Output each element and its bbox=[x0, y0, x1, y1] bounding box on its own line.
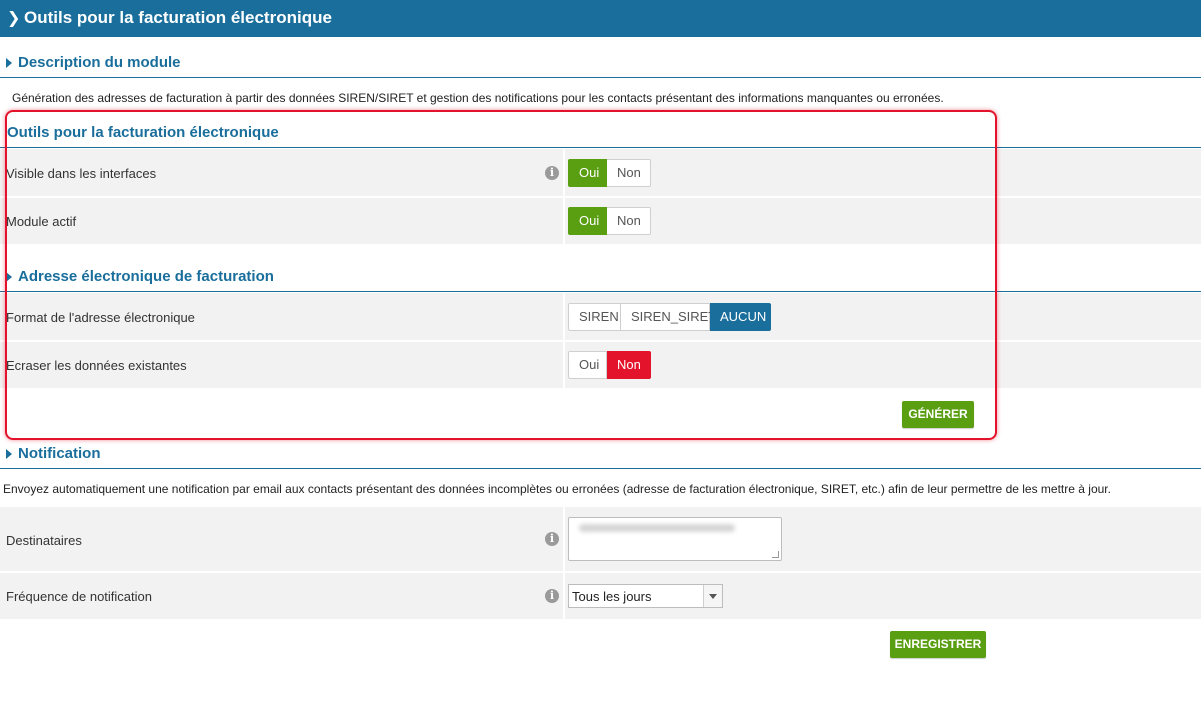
module-description-text: Génération des adresses de facturation à… bbox=[12, 91, 944, 105]
caret-right-icon bbox=[6, 272, 12, 282]
setting-label: Fréquence de notification bbox=[6, 589, 152, 604]
recipients-textarea[interactable] bbox=[568, 517, 782, 561]
section-header-description[interactable]: Description du module bbox=[0, 48, 1201, 78]
info-icon[interactable]: i bbox=[545, 589, 559, 603]
setting-label: Visible dans les interfaces bbox=[6, 166, 157, 181]
resize-handle-icon[interactable] bbox=[772, 551, 779, 558]
generate-button[interactable]: GÉNÉRER bbox=[902, 401, 974, 428]
visible-yes-option[interactable]: Oui bbox=[568, 159, 607, 187]
section-header-notification[interactable]: Notification bbox=[0, 439, 1201, 469]
column-divider bbox=[563, 149, 565, 196]
setting-label: Ecraser les données existantes bbox=[6, 358, 187, 373]
section-title: Description du module bbox=[18, 54, 181, 71]
format-segmented-control[interactable]: SIREN SIREN_SIRET AUCUN bbox=[568, 303, 771, 331]
dropdown-toggle[interactable] bbox=[703, 585, 722, 607]
section-title: Outils pour la facturation électronique bbox=[7, 124, 279, 141]
setting-row-visible: Visible dans les interfaces i Oui Non bbox=[0, 149, 1201, 196]
caret-right-icon bbox=[6, 449, 12, 459]
column-divider bbox=[563, 198, 565, 244]
info-icon[interactable]: i bbox=[545, 166, 559, 180]
chevron-down-icon bbox=[709, 594, 717, 599]
setting-label: Destinataires bbox=[6, 533, 82, 548]
chevron-right-icon: ❯ bbox=[7, 10, 21, 27]
visible-no-option[interactable]: Non bbox=[607, 159, 651, 187]
format-option-siren-siret[interactable]: SIREN_SIRET bbox=[621, 303, 716, 331]
visible-toggle[interactable]: Oui Non bbox=[568, 159, 651, 187]
section-title: Notification bbox=[18, 445, 101, 462]
section-header-billing-address[interactable]: Adresse électronique de facturation bbox=[0, 262, 1201, 292]
setting-row-format: Format de l'adresse électronique SIREN S… bbox=[0, 293, 1201, 340]
frequency-select[interactable]: Tous les jours bbox=[568, 584, 723, 608]
column-divider bbox=[563, 293, 565, 340]
caret-right-icon bbox=[6, 58, 12, 68]
setting-row-active: Module actif Oui Non bbox=[0, 198, 1201, 244]
setting-label: Format de l'adresse électronique bbox=[6, 310, 195, 325]
section-title: Adresse électronique de facturation bbox=[18, 268, 274, 285]
frequency-selected-value: Tous les jours bbox=[572, 589, 652, 604]
section-header-tools: Outils pour la facturation électronique bbox=[0, 118, 1201, 148]
active-toggle[interactable]: Oui Non bbox=[568, 207, 651, 235]
page-header: ❯ Outils pour la facturation électroniqu… bbox=[0, 0, 1201, 37]
column-divider bbox=[563, 573, 565, 619]
column-divider bbox=[563, 507, 565, 571]
overwrite-no-option[interactable]: Non bbox=[607, 351, 651, 379]
overwrite-yes-option[interactable]: Oui bbox=[568, 351, 607, 379]
redacted-email bbox=[579, 524, 735, 532]
column-divider bbox=[563, 342, 565, 388]
notification-description-text: Envoyez automatiquement une notification… bbox=[3, 482, 1111, 496]
format-option-aucun[interactable]: AUCUN bbox=[710, 303, 771, 331]
format-option-siren[interactable]: SIREN bbox=[568, 303, 621, 331]
active-no-option[interactable]: Non bbox=[607, 207, 651, 235]
save-button[interactable]: ENREGISTRER bbox=[890, 631, 986, 658]
active-yes-option[interactable]: Oui bbox=[568, 207, 607, 235]
page-title: Outils pour la facturation électronique bbox=[24, 8, 332, 27]
overwrite-toggle[interactable]: Oui Non bbox=[568, 351, 651, 379]
setting-label: Module actif bbox=[6, 214, 77, 229]
setting-row-overwrite: Ecraser les données existantes Oui Non bbox=[0, 342, 1201, 388]
info-icon[interactable]: i bbox=[545, 532, 559, 546]
